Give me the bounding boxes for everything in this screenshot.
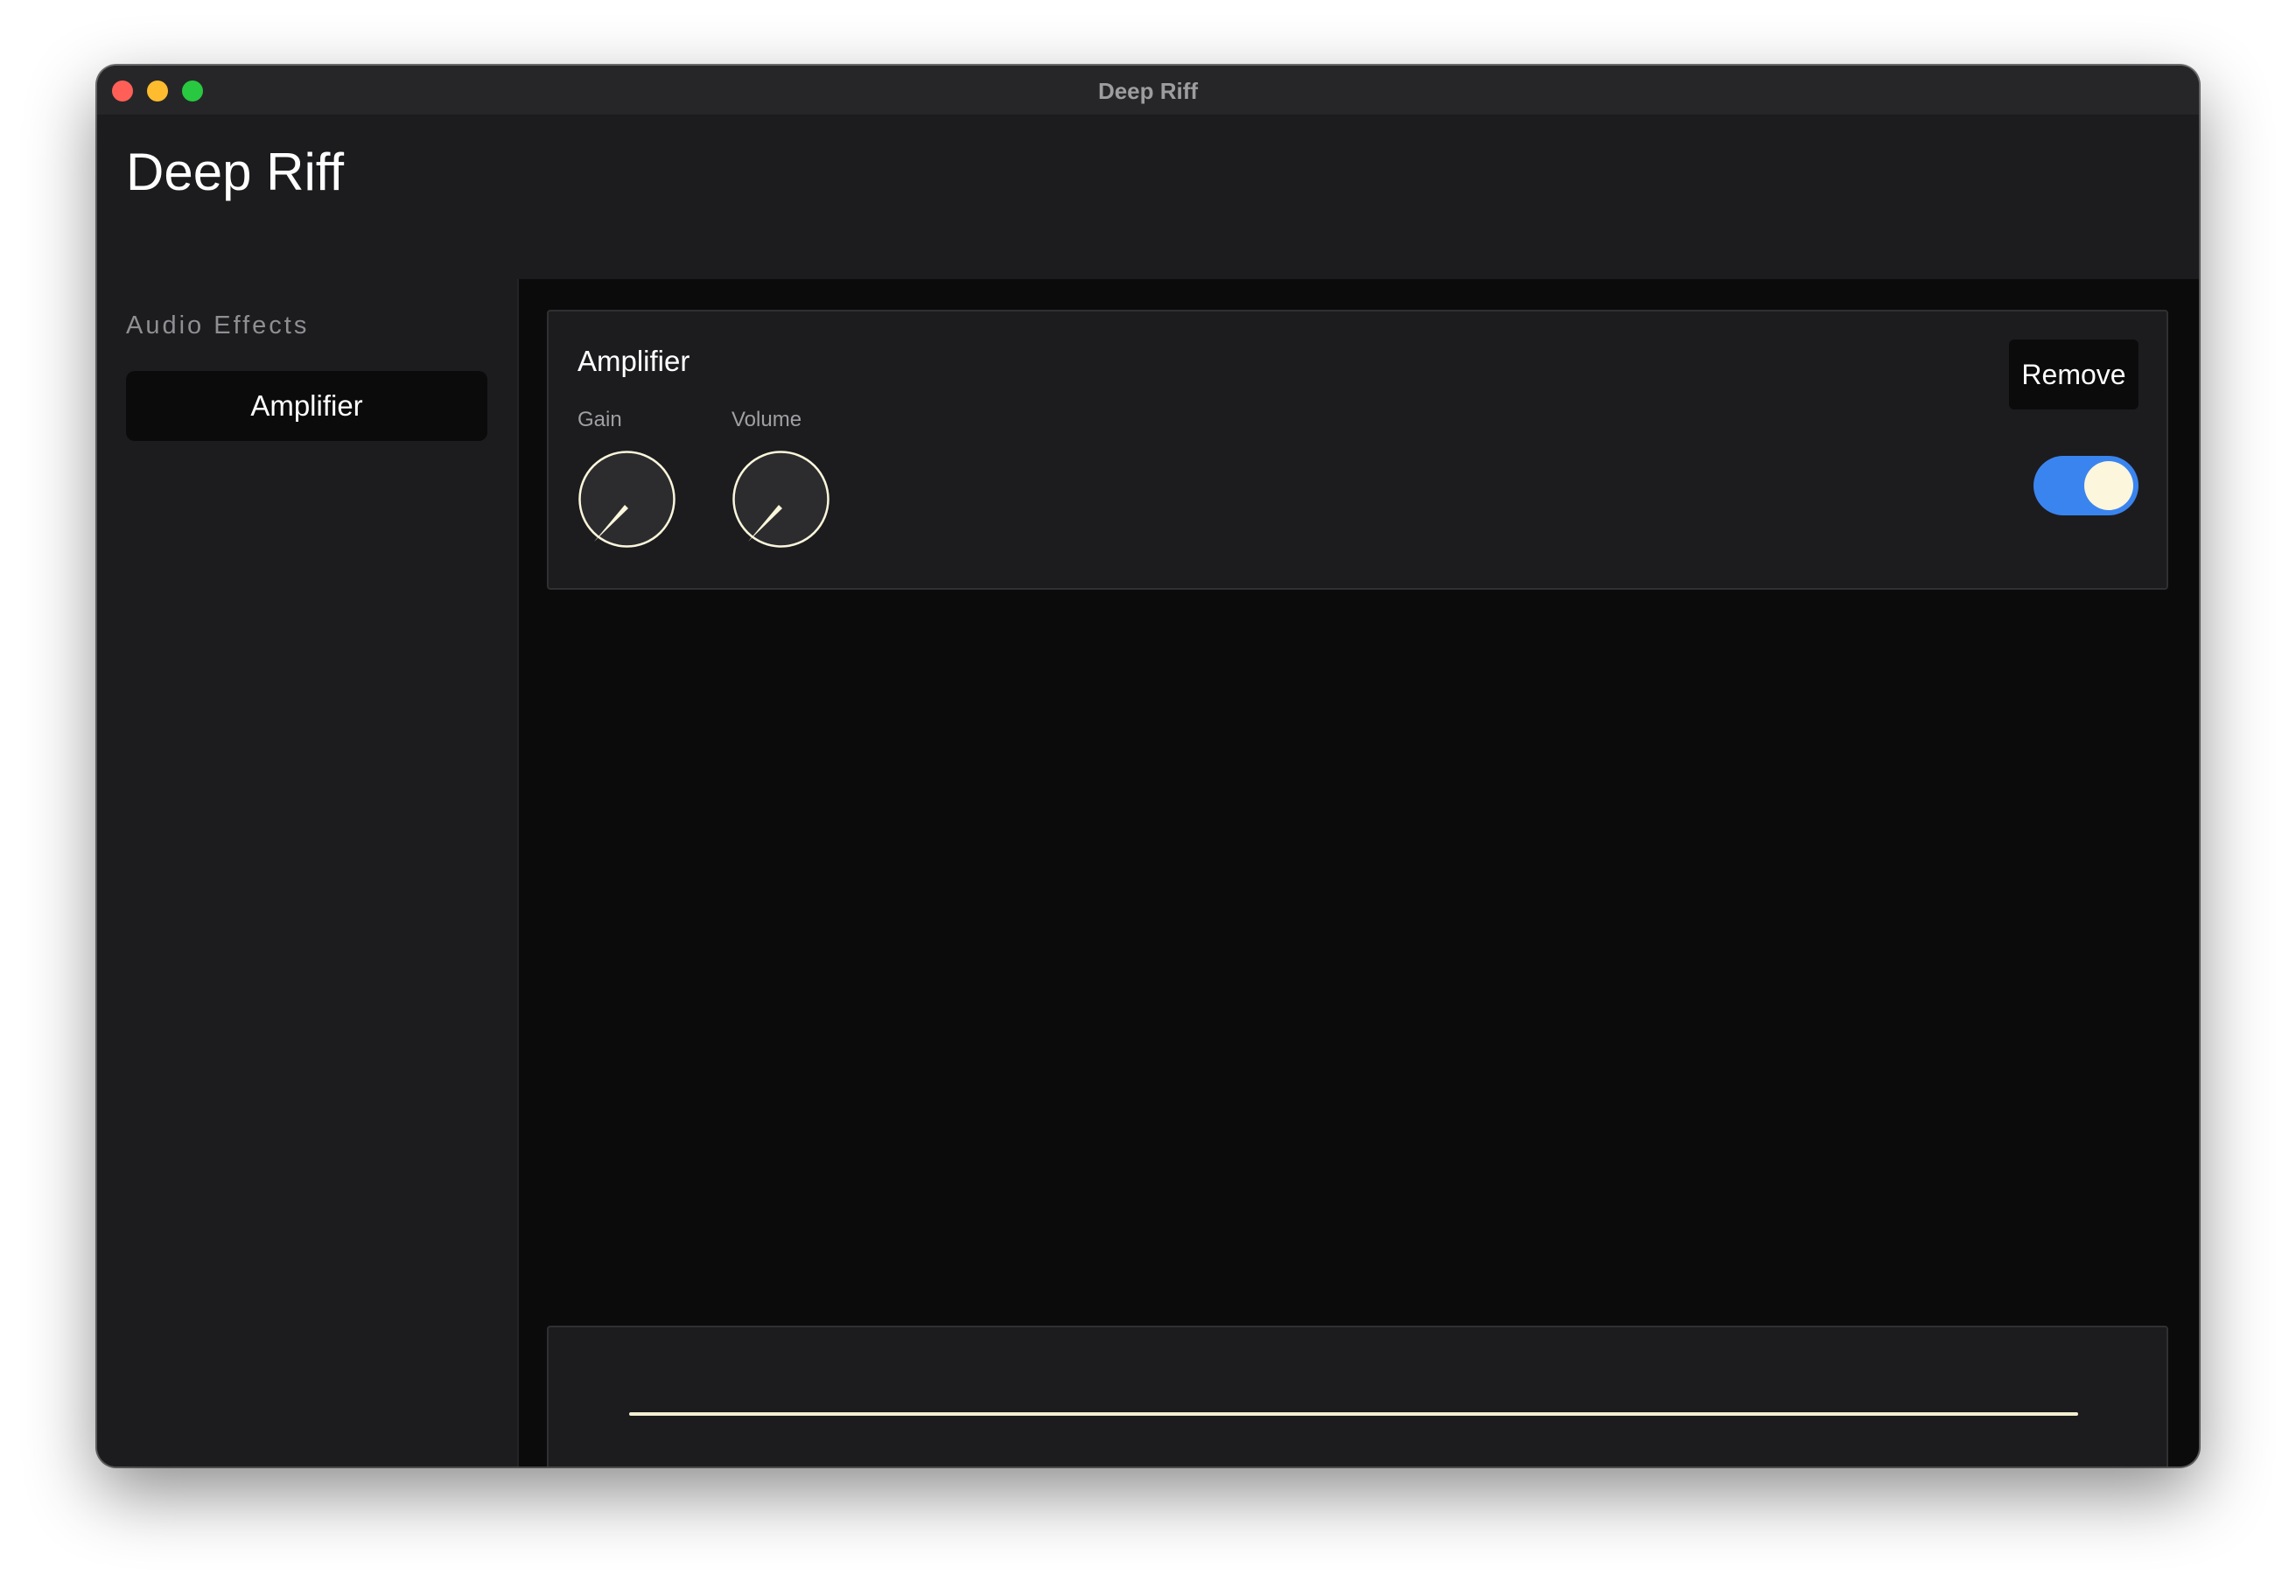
volume-knob-group: Volume	[732, 408, 836, 548]
volume-knob-dial	[732, 451, 830, 548]
remove-effect-button[interactable]: Remove	[2009, 340, 2138, 410]
waveform-panel	[547, 1326, 2168, 1466]
gain-knob-group: Gain	[578, 408, 682, 548]
waveform-line	[629, 1412, 2078, 1416]
effect-card-amplifier: Amplifier Gain Volume Remove	[547, 310, 2168, 590]
sidebar-item-amplifier[interactable]: Amplifier	[126, 371, 487, 441]
app-header	[97, 115, 2199, 279]
window-title: Deep Riff	[1097, 78, 1199, 104]
effect-title: Amplifier	[578, 345, 690, 377]
title-bar: Deep Riff	[97, 66, 2199, 116]
gain-knob[interactable]	[578, 450, 676, 549]
main-panel: Amplifier Gain Volume Remove	[519, 279, 2199, 1466]
volume-knob[interactable]	[732, 450, 830, 549]
app-title: Deep Riff	[126, 143, 345, 201]
effect-enabled-toggle[interactable]	[2034, 456, 2138, 515]
sidebar-heading: Audio Effects	[126, 312, 310, 340]
app-window: Deep Riff Deep Riff Audio Effects Amplif…	[97, 66, 2199, 1466]
volume-knob-label: Volume	[732, 408, 802, 431]
gain-knob-dial	[578, 451, 676, 548]
sidebar: Audio Effects Amplifier	[97, 279, 519, 1466]
toggle-thumb	[2084, 461, 2133, 510]
gain-knob-label: Gain	[578, 408, 622, 431]
